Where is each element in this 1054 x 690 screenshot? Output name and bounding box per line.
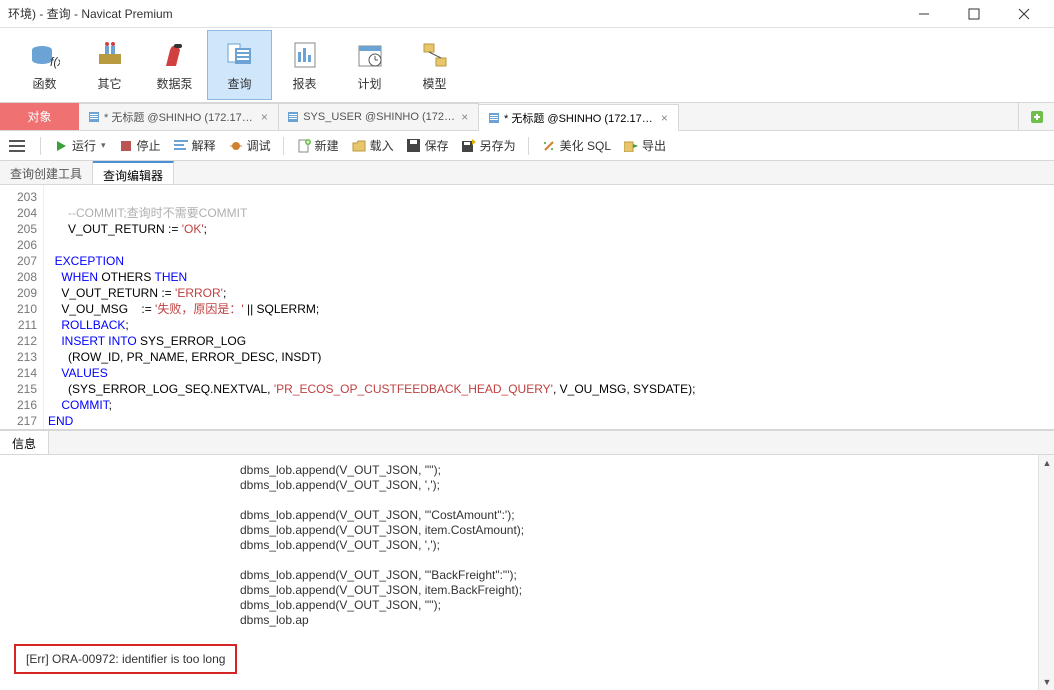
toolbar-query[interactable]: 查询 <box>207 30 272 100</box>
toolbar-report[interactable]: 报表 <box>272 30 337 100</box>
toolbar-schedule[interactable]: 计划 <box>337 30 402 100</box>
document-tabstrip: 对象 * 无标题 @SHINHO (172.17.10...×SYS_USER … <box>0 103 1054 131</box>
toolbar-fx[interactable]: f(x) 函数 <box>12 30 77 100</box>
bug-icon <box>228 138 244 154</box>
beautify-label: 美化 SQL <box>560 137 611 154</box>
query-doc-icon <box>487 111 500 125</box>
close-tab-icon[interactable]: × <box>259 111 270 123</box>
query-subtabs: 查询创建工具 查询编辑器 <box>0 161 1054 185</box>
code-area[interactable]: --COMMIT;查询时不需要COMMIT V_OUT_RETURN := 'O… <box>44 185 1054 429</box>
load-button[interactable]: 载入 <box>347 135 398 156</box>
export-button[interactable]: 导出 <box>619 135 670 156</box>
document-tab[interactable]: * 无标题 @SHINHO (172.17.10... × <box>79 103 279 130</box>
vertical-scrollbar[interactable]: ▲ ▼ <box>1038 455 1054 690</box>
line-gutter: 2032042052062072082092102112122132142152… <box>0 185 44 429</box>
minimize-button[interactable] <box>902 0 946 28</box>
play-icon <box>53 138 69 154</box>
datapump-icon <box>159 39 191 71</box>
tab-query-editor[interactable]: 查询编辑器 <box>93 161 174 184</box>
window-title: 环境) - 查询 - Navicat Premium <box>8 5 902 22</box>
run-button[interactable]: 运行▾ <box>49 135 110 156</box>
tab-query-builder[interactable]: 查询创建工具 <box>0 161 93 184</box>
toolbar-model[interactable]: 模型 <box>402 30 467 100</box>
saveas-label: 另存为 <box>480 137 516 154</box>
saveas-button[interactable]: 另存为 <box>457 135 520 156</box>
close-tab-icon[interactable]: × <box>659 112 670 124</box>
schedule-icon <box>354 39 386 71</box>
result-pane: 信息 dbms_lob.append(V_OUT_JSON, '"');dbms… <box>0 430 1054 690</box>
export-label: 导出 <box>642 137 666 154</box>
scroll-up-icon[interactable]: ▲ <box>1039 455 1054 471</box>
beautify-button[interactable]: 美化 SQL <box>537 135 615 156</box>
new-tab-button[interactable] <box>1018 103 1054 130</box>
maximize-button[interactable] <box>952 0 996 28</box>
document-tab-label: SYS_USER @SHINHO (172.17.1... <box>303 111 455 123</box>
toolbar-item-label: 报表 <box>292 75 316 92</box>
hamburger-icon[interactable] <box>6 135 28 157</box>
svg-text:f(x): f(x) <box>50 55 60 69</box>
action-toolbar: 运行▾ 停止 解释 调试 新建 载入 保存 另存为 美化 SQL 导出 <box>0 131 1054 161</box>
toolbar-item-label: 其它 <box>97 75 121 92</box>
report-icon <box>289 39 321 71</box>
folder-open-icon <box>351 138 367 154</box>
document-tab-label: * 无标题 @SHINHO (172.17.10... <box>104 109 255 125</box>
toolbar-datapump[interactable]: 数据泵 <box>142 30 207 100</box>
floppy-arrow-icon <box>461 138 477 154</box>
toolbar-item-label: 函数 <box>32 75 56 92</box>
close-button[interactable] <box>1002 0 1046 28</box>
fx-icon: f(x) <box>29 39 61 71</box>
save-button[interactable]: 保存 <box>402 135 453 156</box>
new-label: 新建 <box>315 137 339 154</box>
toolbar-item-label: 模型 <box>422 75 446 92</box>
save-label: 保存 <box>425 137 449 154</box>
toolbar-other[interactable]: 其它 <box>77 30 142 100</box>
toolbar-item-label: 计划 <box>357 75 381 92</box>
new-button[interactable]: 新建 <box>292 135 343 156</box>
explain-button[interactable]: 解释 <box>169 135 220 156</box>
wand-icon <box>541 138 557 154</box>
code-editor[interactable]: 2032042052062072082092102112122132142152… <box>0 185 1054 430</box>
query-doc-icon <box>87 110 100 124</box>
new-doc-icon <box>296 138 312 154</box>
toolbar-item-label: 数据泵 <box>156 75 192 92</box>
message-output: dbms_lob.append(V_OUT_JSON, '"');dbms_lo… <box>0 455 1054 628</box>
floppy-icon <box>406 138 422 154</box>
debug-label: 调试 <box>247 137 271 154</box>
stop-icon <box>118 138 134 154</box>
query-icon <box>224 39 256 71</box>
error-message: [Err] ORA-00972: identifier is too long <box>14 644 237 674</box>
close-tab-icon[interactable]: × <box>460 111 470 123</box>
document-tab[interactable]: SYS_USER @SHINHO (172.17.1... × <box>279 103 479 130</box>
document-tab[interactable]: * 无标题 @SHINHO (172.17.10... × <box>479 104 679 131</box>
document-tab-label: * 无标题 @SHINHO (172.17.10... <box>504 110 655 126</box>
toolbar-item-label: 查询 <box>227 75 251 92</box>
objects-tab[interactable]: 对象 <box>0 103 79 130</box>
scroll-down-icon[interactable]: ▼ <box>1039 674 1054 690</box>
explain-label: 解释 <box>192 137 216 154</box>
other-icon <box>94 39 126 71</box>
titlebar: 环境) - 查询 - Navicat Premium <box>0 0 1054 28</box>
main-toolbar: f(x) 函数 其它 数据泵 查询 报表 计划 模型 <box>0 28 1054 103</box>
query-doc-icon <box>287 110 299 124</box>
debug-button[interactable]: 调试 <box>224 135 275 156</box>
explain-icon <box>173 138 189 154</box>
stop-label: 停止 <box>137 137 161 154</box>
run-label: 运行 <box>72 137 96 154</box>
tab-messages[interactable]: 信息 <box>0 431 49 454</box>
export-icon <box>623 138 639 154</box>
model-icon <box>419 39 451 71</box>
load-label: 载入 <box>370 137 394 154</box>
stop-button[interactable]: 停止 <box>114 135 165 156</box>
